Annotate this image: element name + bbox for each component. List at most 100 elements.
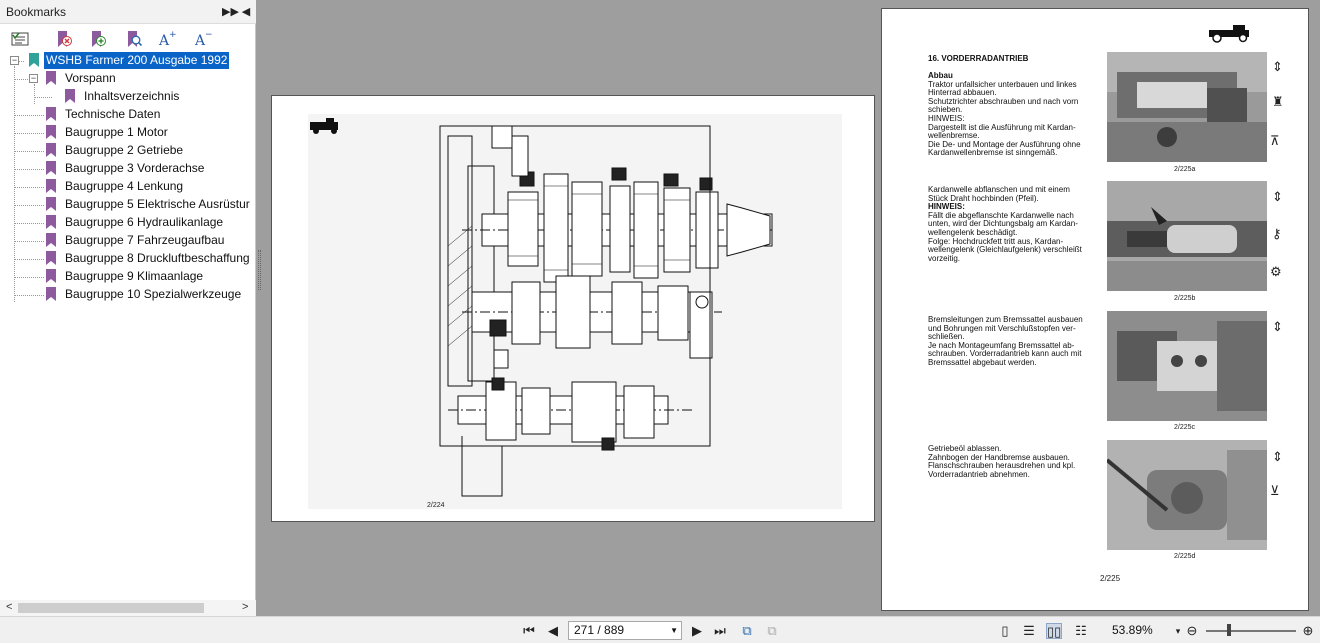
close-panel-icon[interactable]: ◀ bbox=[239, 4, 253, 20]
next-view-icon[interactable]: ⧉ bbox=[764, 623, 780, 639]
bookmark-label: Baugruppe 2 Getriebe bbox=[65, 143, 184, 157]
bookmark-label: Technische Daten bbox=[65, 107, 161, 121]
bookmark-item[interactable]: Baugruppe 1 Motor bbox=[0, 124, 256, 141]
bookmarks-panel: Bookmarks ▶▶ ◀ A + A − − WSHB Farmer 200… bbox=[0, 0, 256, 616]
bookmark-item-vorspann[interactable]: − Vorspann bbox=[0, 70, 256, 87]
bookmark-label: WSHB Farmer 200 Ausgabe 1992 bbox=[44, 52, 230, 69]
bookmark-label: Baugruppe 7 Fahrzeugaufbau bbox=[65, 233, 225, 247]
chevron-down-icon[interactable]: ▼ bbox=[670, 622, 678, 639]
previous-page-icon[interactable]: ◀ bbox=[545, 623, 561, 639]
pdf-page-left: 2/224 bbox=[271, 95, 875, 522]
bookmark-icon bbox=[46, 287, 56, 301]
bookmark-icon bbox=[29, 53, 39, 67]
lift-symbol-icon: ⇕ bbox=[1272, 449, 1283, 464]
bookmark-icon bbox=[46, 179, 56, 193]
bookmark-item[interactable]: Baugruppe 9 Klimaanlage bbox=[0, 268, 256, 285]
bookmarks-title: Bookmarks bbox=[6, 5, 67, 19]
svg-text:−: − bbox=[205, 30, 213, 40]
first-page-icon[interactable]: ⏮ bbox=[521, 623, 537, 639]
text-line: Abbau bbox=[928, 71, 953, 80]
figure-caption: 2/225b bbox=[1174, 295, 1196, 302]
zoom-slider[interactable] bbox=[1206, 630, 1296, 632]
bookmark-item-inhaltsverzeichnis[interactable]: Inhaltsverzeichnis bbox=[0, 88, 256, 105]
bookmark-label: Baugruppe 3 Vorderachse bbox=[65, 161, 205, 175]
bookmark-icon bbox=[46, 197, 56, 211]
drain-symbol-icon: ⊻ bbox=[1270, 483, 1280, 498]
page-number-value: 271 / 889 bbox=[574, 623, 625, 637]
bookmark-item[interactable]: Baugruppe 6 Hydraulikanlage bbox=[0, 214, 256, 231]
figure-caption: 2/225a bbox=[1174, 166, 1196, 173]
zoom-in-icon[interactable]: ⊕ bbox=[1300, 623, 1316, 639]
bookmark-item[interactable]: Technische Daten bbox=[0, 106, 256, 123]
collapse-toggle-icon[interactable]: − bbox=[29, 74, 38, 83]
facing-pages-icon[interactable]: ▯▯ bbox=[1046, 623, 1062, 639]
pdf-viewer-window: Bookmarks ▶▶ ◀ A + A − − WSHB Farmer 200… bbox=[0, 0, 1320, 643]
bookmark-label: Baugruppe 6 Hydraulikanlage bbox=[65, 215, 224, 229]
scroll-left-icon[interactable]: < bbox=[6, 601, 12, 613]
bookmarks-toolbar: A + A − bbox=[0, 26, 256, 52]
previous-view-icon[interactable]: ⧉ bbox=[739, 623, 755, 639]
lift-symbol-icon: ⇕ bbox=[1272, 59, 1283, 74]
worker-symbol-icon: ♜ bbox=[1272, 94, 1284, 109]
horizontal-scrollbar[interactable]: < > bbox=[0, 600, 256, 616]
section-heading: 16. VORDERRADANTRIEB bbox=[928, 54, 1029, 63]
bookmark-item[interactable]: Baugruppe 2 Getriebe bbox=[0, 142, 256, 159]
bookmark-label: Baugruppe 10 Spezialwerkzeuge bbox=[65, 287, 242, 301]
bookmark-options-icon[interactable] bbox=[10, 29, 30, 49]
single-page-icon[interactable]: ▯ bbox=[997, 623, 1013, 639]
tractor-logo-icon bbox=[1209, 25, 1249, 43]
zoom-level: 53.89% bbox=[1112, 623, 1153, 637]
delete-bookmark-icon[interactable] bbox=[54, 29, 74, 49]
figure-caption: 2/225c bbox=[1174, 424, 1196, 431]
collapse-toggle-icon[interactable]: − bbox=[10, 56, 19, 65]
section-text-1: Abbau Traktor unfallsicher unterbauen un… bbox=[928, 71, 1108, 158]
bookmark-label: Baugruppe 5 Elektrische Ausrüstur bbox=[65, 197, 250, 211]
page-footer-number: 2/225 bbox=[1100, 574, 1121, 583]
scroll-right-icon[interactable]: > bbox=[242, 601, 248, 613]
bookmark-item[interactable]: Baugruppe 5 Elektrische Ausrüstur bbox=[0, 196, 256, 213]
bookmark-icon bbox=[65, 89, 75, 103]
collapse-panel-icon[interactable]: ▶▶ bbox=[222, 4, 239, 20]
status-bar: ⏮ ◀ 271 / 889 ▼ ▶ ⏭ ⧉ ⧉ ▯ ☰ ▯▯ ☷ 53.89% … bbox=[0, 616, 1320, 643]
text-line: Bremssattel abgebaut werden. bbox=[928, 357, 1037, 367]
bookmark-icon bbox=[46, 143, 56, 157]
bookmark-item[interactable]: Baugruppe 10 Spezialwerkzeuge bbox=[0, 286, 256, 303]
panel-splitter[interactable] bbox=[257, 0, 265, 616]
section-text-4: Getriebeöl ablassen. Zahnbogen der Handb… bbox=[928, 444, 1108, 479]
add-bookmark-icon[interactable] bbox=[88, 29, 108, 49]
bookmark-label: Baugruppe 1 Motor bbox=[65, 125, 168, 139]
bookmark-item[interactable]: Baugruppe 4 Lenkung bbox=[0, 178, 256, 195]
bookmark-item[interactable]: Baugruppe 8 Druckluftbeschaffung bbox=[0, 250, 256, 267]
increase-font-icon[interactable]: A + bbox=[157, 29, 177, 49]
bookmark-label: Baugruppe 8 Druckluftbeschaffung bbox=[65, 251, 250, 265]
key-symbol-icon: ⚷ bbox=[1272, 226, 1282, 241]
bookmark-root[interactable]: − WSHB Farmer 200 Ausgabe 1992 bbox=[0, 52, 256, 69]
bookmark-icon bbox=[46, 107, 56, 121]
photo-2-225a bbox=[1107, 52, 1267, 162]
zoom-slider-thumb[interactable] bbox=[1227, 624, 1231, 636]
zoom-out-icon[interactable]: ⊖ bbox=[1184, 623, 1200, 639]
text-line: HINWEIS: bbox=[928, 202, 965, 212]
text-line: Kardanwellenbremse ist sinngemäß. bbox=[928, 148, 1058, 158]
next-page-icon[interactable]: ▶ bbox=[689, 623, 705, 639]
page-number-input[interactable]: 271 / 889 ▼ bbox=[568, 621, 682, 640]
bookmarks-header: Bookmarks ▶▶ ◀ bbox=[0, 0, 256, 24]
decrease-font-icon[interactable]: A − bbox=[193, 29, 213, 49]
find-bookmark-icon[interactable] bbox=[124, 29, 144, 49]
bookmark-item[interactable]: Baugruppe 3 Vorderachse bbox=[0, 160, 256, 177]
bookmark-item[interactable]: Baugruppe 7 Fahrzeugaufbau bbox=[0, 232, 256, 249]
last-page-icon[interactable]: ⏭ bbox=[712, 623, 728, 639]
figure-caption: 2/224 bbox=[427, 502, 445, 509]
scrollbar-thumb[interactable] bbox=[18, 603, 204, 613]
section-text-2: Kardanwelle abflanschen und mit einem St… bbox=[928, 185, 1108, 263]
figure-caption: 2/225d bbox=[1174, 553, 1196, 560]
lift-symbol-icon: ⇕ bbox=[1272, 189, 1283, 204]
svg-text:+: + bbox=[169, 30, 177, 40]
bookmark-label: Inhaltsverzeichnis bbox=[84, 89, 180, 103]
splitter-grip[interactable] bbox=[258, 250, 261, 290]
continuous-facing-icon[interactable]: ☷ bbox=[1073, 623, 1089, 639]
continuous-page-icon[interactable]: ☰ bbox=[1021, 623, 1037, 639]
lift-symbol-icon: ⇕ bbox=[1272, 319, 1283, 334]
pdf-page-right: 16. VORDERRADANTRIEB Abbau Traktor unfal… bbox=[881, 8, 1309, 611]
photo-2-225d bbox=[1107, 440, 1267, 550]
